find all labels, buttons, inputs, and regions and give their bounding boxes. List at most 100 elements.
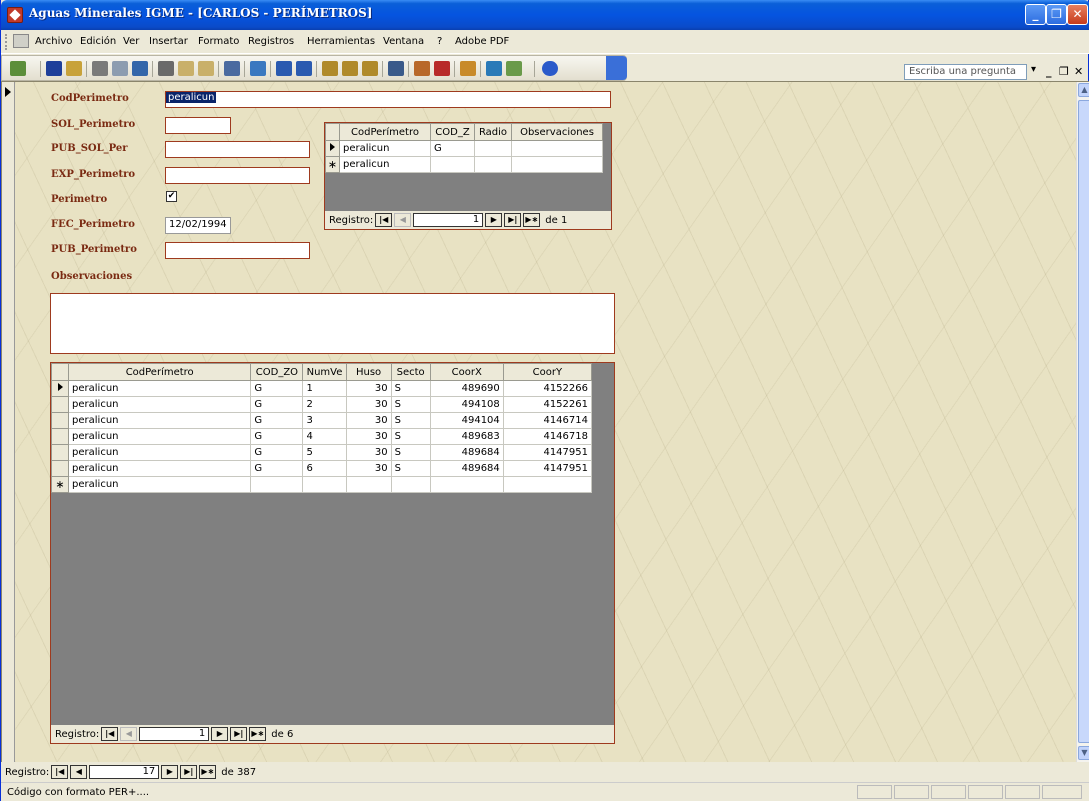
menu-adobe-pdf[interactable]: Adobe PDF (455, 36, 509, 47)
cell[interactable]: G (250, 444, 304, 461)
help-dropdown-icon[interactable]: ▾ (1031, 64, 1036, 75)
record-number-input[interactable]: 1 (413, 213, 484, 227)
prev-record-button[interactable]: ◀ (394, 213, 412, 227)
cell[interactable]: S (390, 444, 431, 461)
cell[interactable] (430, 156, 475, 173)
perimetro-checkbox[interactable]: ✔ (166, 191, 177, 202)
cell[interactable]: G (250, 412, 304, 429)
cell[interactable]: 6 (302, 460, 347, 477)
table-row[interactable]: peralicun G 2 30 S 494108 4152261 (50, 396, 593, 413)
cell[interactable]: 494104 (429, 412, 504, 429)
mdi-restore-button[interactable]: ❐ (1059, 65, 1069, 78)
spelling-icon[interactable] (132, 61, 148, 76)
new-record-row[interactable]: ∗ peralicun (50, 476, 593, 493)
table-row[interactable]: peralicun G (325, 140, 603, 157)
select-all-cell[interactable] (325, 123, 340, 141)
first-record-button[interactable]: |◀ (375, 213, 393, 227)
exp-perimetro-field[interactable] (165, 167, 310, 184)
menu-formato[interactable]: Formato (198, 36, 239, 47)
cell[interactable]: peralicun (68, 428, 252, 445)
new-object-icon[interactable] (506, 61, 522, 76)
new-record-row[interactable]: ∗ peralicun (325, 156, 603, 173)
first-record-button[interactable]: |◀ (51, 765, 69, 779)
copy-icon[interactable] (178, 61, 194, 76)
cell[interactable]: 4 (302, 428, 347, 445)
cell[interactable]: 489690 (429, 380, 504, 397)
cell[interactable]: 5 (302, 444, 347, 461)
cell[interactable]: 4146714 (502, 412, 593, 429)
scroll-up-icon[interactable]: ▲ (1078, 83, 1089, 97)
scroll-thumb[interactable] (1078, 100, 1089, 743)
select-all-cell[interactable] (50, 363, 70, 381)
last-record-button[interactable]: ▶| (180, 765, 198, 779)
table-row[interactable]: peralicun G 6 30 S 489684 4147951 (50, 460, 593, 477)
cell[interactable] (250, 476, 304, 493)
help-icon[interactable] (542, 61, 558, 76)
cell[interactable]: S (390, 380, 431, 397)
col-observaciones[interactable]: Observaciones (511, 123, 603, 141)
cell[interactable]: 4146718 (502, 428, 593, 445)
paste-icon[interactable] (198, 61, 214, 76)
cell[interactable]: 4152266 (502, 380, 593, 397)
menu-registros[interactable]: Registros (248, 36, 294, 47)
cell[interactable]: peralicun (68, 412, 252, 429)
cell[interactable]: G (250, 428, 304, 445)
table-row[interactable]: peralicun G 3 30 S 494104 4146714 (50, 412, 593, 429)
access-app-icon[interactable] (7, 7, 23, 23)
cut-icon[interactable] (158, 61, 174, 76)
cell[interactable]: 1 (302, 380, 347, 397)
apply-filter-icon[interactable] (362, 61, 378, 76)
fec-perimetro-field[interactable]: 12/02/1994 (165, 217, 231, 234)
new-row-selector[interactable]: ∗ (50, 476, 70, 493)
find-icon[interactable] (388, 61, 404, 76)
cell[interactable]: 30 (345, 396, 392, 413)
cell[interactable]: 489684 (429, 460, 504, 477)
menu-herramientas[interactable]: Herramientas (307, 36, 375, 47)
cell[interactable]: 30 (345, 428, 392, 445)
col-coory[interactable]: CoorY (502, 363, 593, 381)
cell[interactable]: 489684 (429, 444, 504, 461)
row-selector[interactable] (50, 412, 70, 429)
document-icon[interactable] (13, 34, 29, 48)
col-cod-z[interactable]: COD_Z (430, 123, 475, 141)
col-huso[interactable]: Huso (345, 363, 392, 381)
cell[interactable] (474, 140, 512, 157)
cell[interactable]: peralicun (339, 156, 431, 173)
new-record-button[interactable]: ▶∗ (249, 727, 267, 741)
filter-selection-icon[interactable] (322, 61, 338, 76)
cell[interactable]: 489683 (429, 428, 504, 445)
record-number-input[interactable]: 17 (89, 765, 160, 779)
menu-ver[interactable]: Ver (123, 36, 139, 47)
menu-ventana[interactable]: Ventana (383, 36, 424, 47)
cell[interactable]: 30 (345, 444, 392, 461)
cell[interactable]: 3 (302, 412, 347, 429)
sol-perimetro-field[interactable] (165, 117, 231, 134)
toolbar-options-icon[interactable] (606, 56, 627, 80)
row-selector[interactable] (50, 428, 70, 445)
cell[interactable]: S (390, 412, 431, 429)
prev-record-button[interactable]: ◀ (70, 765, 88, 779)
table-row[interactable]: peralicun G 5 30 S 489684 4147951 (50, 444, 593, 461)
close-button[interactable]: ✕ (1067, 4, 1088, 25)
cell[interactable] (502, 476, 593, 493)
cod-perimetro-field[interactable]: peralicun (165, 91, 611, 108)
mdi-minimize-button[interactable]: _ (1046, 65, 1052, 78)
col-coorx[interactable]: CoorX (429, 363, 504, 381)
cell[interactable]: 494108 (429, 396, 504, 413)
cell[interactable]: 4152261 (502, 396, 593, 413)
cell[interactable] (390, 476, 431, 493)
new-record-button[interactable]: ▶∗ (199, 765, 217, 779)
pub-sol-per-field[interactable] (165, 141, 310, 158)
row-selector[interactable] (325, 140, 340, 157)
row-selector[interactable] (50, 380, 70, 397)
cell[interactable]: G (250, 396, 304, 413)
cell[interactable]: peralicun (68, 396, 252, 413)
cell[interactable]: S (390, 396, 431, 413)
cell[interactable]: G (430, 140, 475, 157)
print-icon[interactable] (92, 61, 108, 76)
next-record-button[interactable]: ▶ (485, 213, 503, 227)
col-numve[interactable]: NumVe (302, 363, 347, 381)
search-file-icon[interactable] (66, 61, 82, 76)
undo-icon[interactable] (224, 61, 240, 76)
cell[interactable]: 30 (345, 380, 392, 397)
